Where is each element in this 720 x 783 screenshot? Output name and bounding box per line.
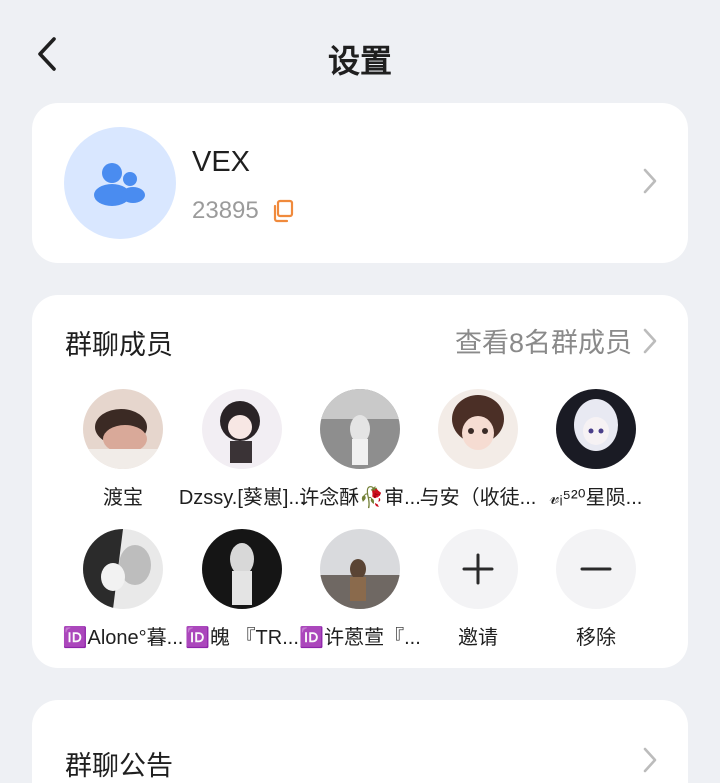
member-item[interactable]: 🆔魄 『TR... [178,529,306,650]
remove-button[interactable]: 移除 [532,529,660,650]
member-avatar [320,529,400,609]
member-name: Dzssy.[葵崽]... [178,487,306,509]
group-members-card: 群聊成员 查看8名群成员 渡宝 Dzssy.[葵崽]... 许念酥🥀审... 与… [32,295,688,668]
group-info-card[interactable]: VEX 23895 [32,103,688,263]
member-name: 渡宝 [103,487,143,509]
member-name: 🆔Alone°暮... [62,627,184,649]
invite-button[interactable]: 邀请 [414,529,542,650]
member-item[interactable]: 许念酥🥀审... [296,389,424,510]
chevron-right-icon[interactable] [642,746,658,774]
view-all-members-link[interactable]: 查看8名群成员 [455,321,658,360]
member-item[interactable]: 🆔Alone°暮... [59,529,187,650]
remove-circle [556,529,636,609]
chevron-right-icon [643,328,657,353]
group-notice-card[interactable]: 群聊公告 [32,700,688,783]
member-avatar [202,529,282,609]
group-avatar [64,127,176,239]
member-name: 与安（收徒... [419,487,537,509]
member-name: 𝓋ᵢ⁵²⁰星陨... [549,487,643,509]
top-bar: 设置 [0,0,720,110]
plus-icon [462,553,494,585]
member-avatar [202,389,282,469]
member-avatar [438,389,518,469]
member-avatar [83,389,163,469]
invite-label: 邀请 [458,627,498,649]
view-all-members-label: 查看8名群成员 [454,328,632,358]
member-avatar [556,389,636,469]
member-item[interactable]: Dzssy.[葵崽]... [178,389,306,510]
copy-icon[interactable] [271,199,295,223]
member-item[interactable]: 渡宝 [59,389,187,510]
group-name: VEX [192,146,251,178]
notice-section-title: 群聊公告 [65,751,173,781]
chevron-right-icon[interactable] [642,167,658,195]
member-name: 许念酥🥀审... [299,487,421,509]
member-item[interactable]: 𝓋ᵢ⁵²⁰星陨... [532,389,660,510]
group-icon [94,163,145,206]
member-name: 🆔许蒽萱『... [299,627,421,649]
member-item[interactable]: 🆔许蒽萱『... [296,529,424,650]
minus-icon [580,567,612,571]
group-id-row: 23895 [192,197,295,225]
page-title: 设置 [327,43,392,79]
group-id: 23895 [192,197,259,224]
member-item[interactable]: 与安（收徒... [414,389,542,510]
member-name: 🆔魄 『TR... [185,627,299,649]
member-avatar [320,389,400,469]
members-section-title: 群聊成员 [65,330,173,360]
member-avatar [83,529,163,609]
invite-circle [438,529,518,609]
remove-label: 移除 [576,627,616,649]
